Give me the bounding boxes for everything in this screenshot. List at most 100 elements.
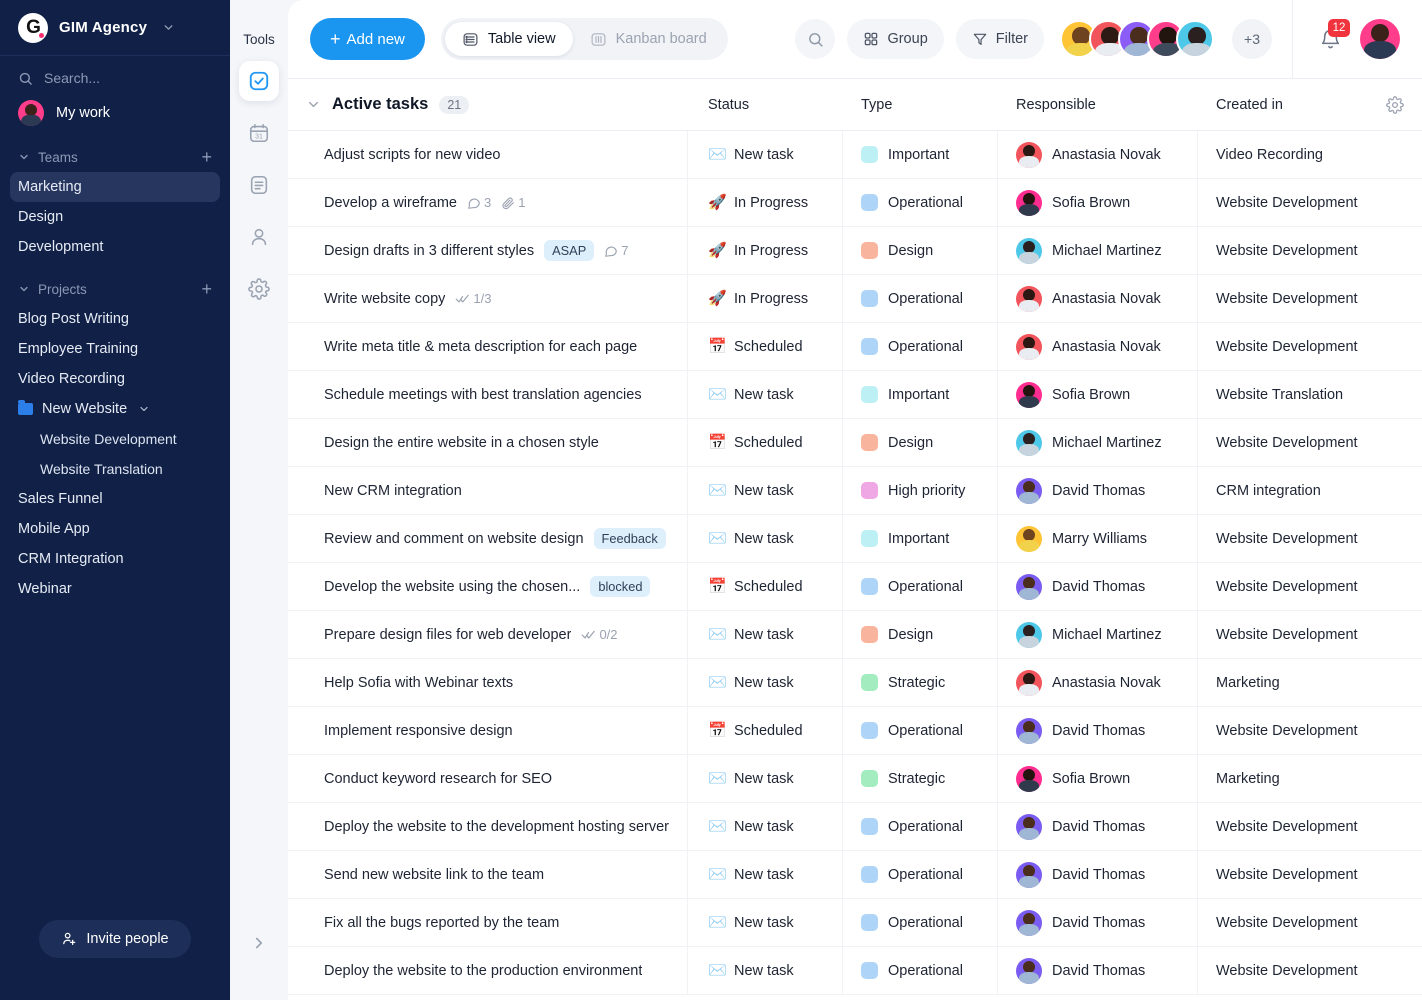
gear-icon[interactable] [1386,95,1422,114]
cell-task[interactable]: Design the entire website in a chosen st… [288,418,688,467]
cell-type[interactable]: Operational [843,274,998,323]
table-row[interactable]: Implement responsive design 📅 Scheduled Ope… [288,706,1422,755]
table-row[interactable]: Conduct keyword research for SEO ✉️ New ta… [288,754,1422,803]
cell-status[interactable]: 📅 Scheduled [688,418,843,467]
cell-task[interactable]: Schedule meetings with best translation … [288,370,688,419]
sidebar-item-website-development[interactable]: Website Development [0,424,230,454]
cell-created-in[interactable]: Website Development [1198,947,1422,995]
cell-status[interactable]: 🚀 In Progress [688,226,843,275]
table-row[interactable]: Deploy the website to the development ho… [288,802,1422,851]
cell-responsible[interactable]: Sofia Brown [998,754,1198,803]
cell-responsible[interactable]: Anastasia Novak [998,274,1198,323]
workspace-switcher[interactable]: G GIM Agency [0,0,230,56]
cell-task[interactable]: Deploy the website to the production env… [288,946,688,995]
sidebar-item-video-recording[interactable]: Video Recording [0,364,230,394]
table-row[interactable]: Help Sofia with Webinar texts ✉️ New task S… [288,658,1422,707]
cell-created-in[interactable]: Marketing [1198,755,1422,803]
sidebar-item-new-website[interactable]: New Website [0,394,230,424]
cell-responsible[interactable]: David Thomas [998,562,1198,611]
cell-responsible[interactable]: Anastasia Novak [998,658,1198,707]
cell-created-in[interactable]: Website Development [1198,707,1422,755]
sidebar-item-sales-funnel[interactable]: Sales Funnel [0,484,230,514]
cell-created-in[interactable]: Video Recording [1198,131,1422,179]
tool-contacts-button[interactable] [239,217,279,257]
cell-type[interactable]: Operational [843,322,998,371]
table-row[interactable]: Write website copy 1/3 🚀 In Progress Operati… [288,274,1422,323]
sidebar-item-mobile-app[interactable]: Mobile App [0,514,230,544]
cell-task[interactable]: Write website copy 1/3 [288,274,688,323]
tool-settings-button[interactable] [239,269,279,309]
cell-responsible[interactable]: David Thomas [998,706,1198,755]
tool-calendar-button[interactable]: 31 [239,113,279,153]
table-row[interactable]: Prepare design files for web developer 0/… [288,610,1422,659]
sidebar-item-development[interactable]: Development [0,232,230,262]
tool-tasks-button[interactable] [239,61,279,101]
cell-responsible[interactable]: David Thomas [998,802,1198,851]
chevron-down-icon[interactable] [138,403,150,415]
cell-status[interactable]: 🚀 In Progress [688,178,843,227]
cell-created-in[interactable]: Website Development [1198,179,1422,227]
cell-task[interactable]: Deploy the website to the development ho… [288,802,688,851]
tool-documents-button[interactable] [239,165,279,205]
cell-status[interactable]: ✉️ New task [688,514,843,563]
cell-task[interactable]: New CRM integration [288,466,688,515]
sidebar-item-my-work[interactable]: My work [0,94,230,140]
cell-responsible[interactable]: Michael Martinez [998,418,1198,467]
cell-created-in[interactable]: Website Development [1198,851,1422,899]
cell-type[interactable]: Operational [843,898,998,947]
cell-status[interactable]: ✉️ New task [688,946,843,995]
cell-type[interactable]: Strategic [843,754,998,803]
task-badge[interactable]: ASAP [544,240,595,261]
cell-created-in[interactable]: Website Development [1198,611,1422,659]
cell-created-in[interactable]: Website Development [1198,419,1422,467]
column-header-type[interactable]: Type [843,79,998,131]
cell-task[interactable]: Send new website link to the team [288,850,688,899]
task-badge[interactable]: blocked [590,576,651,597]
cell-task[interactable]: Help Sofia with Webinar texts [288,658,688,707]
cell-responsible[interactable]: Michael Martinez [998,610,1198,659]
cell-responsible[interactable]: Anastasia Novak [998,131,1198,179]
add-project-button[interactable]: + [201,280,212,298]
filter-button[interactable]: Filter [955,19,1044,59]
table-row[interactable]: Develop a wireframe 3 1 🚀 In Progress Operati… [288,178,1422,227]
search-button[interactable] [795,19,836,59]
current-user-avatar[interactable] [1360,19,1400,59]
cell-status[interactable]: ✉️ New task [688,898,843,947]
table-row[interactable]: Schedule meetings with best translation … [288,370,1422,419]
sidebar-item-webinar[interactable]: Webinar [0,574,230,604]
cell-type[interactable]: Operational [843,562,998,611]
cell-task[interactable]: Review and comment on website design Feed… [288,514,688,563]
add-new-button[interactable]: + Add new [310,18,425,60]
cell-type[interactable]: Operational [843,946,998,995]
cell-created-in[interactable]: Website Development [1198,803,1422,851]
cell-responsible[interactable]: David Thomas [998,466,1198,515]
cell-type[interactable]: High priority [843,466,998,515]
cell-task[interactable]: Write meta title & meta description for … [288,322,688,371]
cell-responsible[interactable]: Anastasia Novak [998,322,1198,371]
tab-kanban-board[interactable]: Kanban board [573,22,724,56]
cell-created-in[interactable]: Website Development [1198,323,1422,371]
sidebar-item-employee-training[interactable]: Employee Training [0,334,230,364]
teams-section-header[interactable]: Teams + [0,140,230,172]
sidebar-item-website-translation[interactable]: Website Translation [0,454,230,484]
cell-type[interactable]: Design [843,418,998,467]
cell-type[interactable]: Operational [843,706,998,755]
sidebar-item-crm-integration[interactable]: CRM Integration [0,544,230,574]
cell-created-in[interactable]: Marketing [1198,659,1422,707]
cell-responsible[interactable]: Michael Martinez [998,226,1198,275]
cell-created-in[interactable]: Website Development [1198,563,1422,611]
cell-task[interactable]: Develop the website using the chosen... b… [288,562,688,611]
cell-type[interactable]: Important [843,370,998,419]
cell-type[interactable]: Important [843,131,998,179]
cell-type[interactable]: Design [843,226,998,275]
projects-section-header[interactable]: Projects + [0,272,230,304]
cell-status[interactable]: 📅 Scheduled [688,706,843,755]
cell-responsible[interactable]: David Thomas [998,946,1198,995]
sidebar-item-blog-post-writing[interactable]: Blog Post Writing [0,304,230,334]
cell-status[interactable]: ✉️ New task [688,754,843,803]
cell-created-in[interactable]: Website Development [1198,515,1422,563]
member-avatar[interactable] [1176,20,1214,58]
cell-status[interactable]: ✉️ New task [688,850,843,899]
task-badge[interactable]: Feedback [593,528,666,549]
group-toggle[interactable]: Active tasks 21 [288,95,688,114]
